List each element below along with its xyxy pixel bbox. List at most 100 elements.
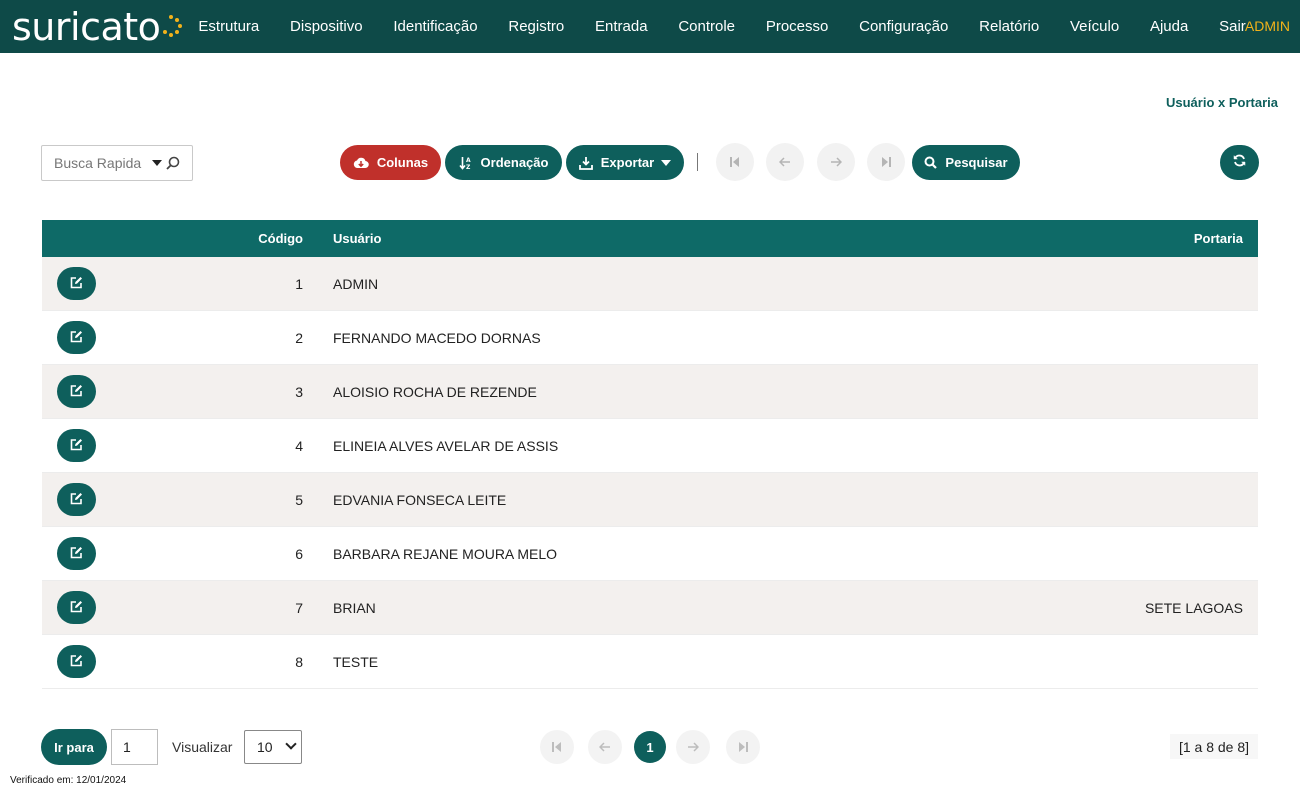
goto-page-input[interactable] [111, 729, 158, 765]
menu-item-entrada[interactable]: Entrada [580, 18, 663, 35]
cell-user: EDVANIA FONSECA LEITE [333, 492, 507, 508]
footer-first-page-button[interactable] [540, 730, 574, 764]
column-header-user[interactable]: Usuário [333, 231, 381, 246]
cell-code: 2 [295, 330, 303, 346]
edit-button[interactable] [57, 645, 96, 678]
edit-button[interactable] [57, 267, 96, 300]
goto-page-button[interactable]: Ir para [41, 729, 107, 765]
cloud-download-icon [353, 157, 369, 169]
records-range-label: [1 a 8 de 8] [1170, 734, 1258, 759]
cell-user: ELINEIA ALVES AVELAR DE ASSIS [333, 438, 559, 454]
edit-button[interactable] [57, 375, 96, 408]
first-page-button[interactable] [716, 143, 754, 181]
footer-next-page-button[interactable] [676, 730, 710, 764]
edit-icon [70, 384, 83, 400]
menu-item-ajuda[interactable]: Ajuda [1135, 18, 1204, 35]
edit-button[interactable] [57, 483, 96, 516]
logo-dots-icon [160, 15, 183, 37]
export-button[interactable]: Exportar [566, 145, 684, 180]
edit-icon [70, 546, 83, 562]
footer-previous-page-button[interactable] [588, 730, 622, 764]
menu-item-dispositivo[interactable]: Dispositivo [275, 18, 378, 35]
quick-search-field[interactable]: Busca Rapida [41, 145, 193, 181]
skip-last-icon [881, 154, 891, 170]
toolbar-divider [697, 153, 698, 171]
edit-icon [70, 654, 83, 670]
chevron-down-icon[interactable] [152, 160, 162, 166]
menu-item-veiculo[interactable]: Veículo [1055, 18, 1135, 35]
chevron-down-icon [285, 738, 297, 750]
cell-user: ADMIN [333, 276, 379, 292]
refresh-button[interactable] [1220, 145, 1259, 180]
columns-button[interactable]: Colunas [340, 145, 441, 180]
table-row: 5 EDVANIA FONSECA LEITE [42, 473, 1258, 527]
cell-code: 7 [295, 600, 303, 616]
page-size-label: Visualizar [172, 739, 233, 755]
columns-button-label: Colunas [376, 155, 429, 170]
arrow-right-icon [830, 154, 843, 170]
column-header-code[interactable]: Código [258, 231, 303, 246]
column-header-portaria[interactable]: Portaria [1194, 231, 1243, 246]
table-header: Código Usuário Portaria [42, 220, 1258, 257]
cell-user: FERNANDO MACEDO DORNAS [333, 330, 541, 346]
svg-text:A: A [466, 157, 471, 164]
menu-item-estrutura[interactable]: Estrutura [183, 18, 275, 35]
refresh-icon [1233, 154, 1246, 172]
order-button[interactable]: AZ Ordenação [445, 145, 562, 180]
cell-code: 3 [295, 384, 303, 400]
main-menu: Estrutura Dispositivo Identificação Regi… [183, 0, 1261, 53]
cell-user: TESTE [333, 654, 379, 670]
table-row: 2 FERNANDO MACEDO DORNAS [42, 311, 1258, 365]
skip-last-icon [738, 740, 748, 755]
menu-item-registro[interactable]: Registro [493, 18, 580, 35]
page-title: Usuário x Portaria [1166, 95, 1278, 110]
cell-code: 6 [295, 546, 303, 562]
order-button-label: Ordenação [480, 155, 549, 170]
arrow-left-icon [598, 740, 611, 755]
cell-code: 1 [295, 276, 303, 292]
last-page-button[interactable] [867, 143, 905, 181]
arrow-right-icon [687, 740, 700, 755]
menu-item-identificacao[interactable]: Identificação [378, 18, 493, 35]
search-icon[interactable] [166, 156, 180, 170]
edit-icon [70, 276, 83, 292]
edit-button[interactable] [57, 591, 96, 624]
verified-date-label: Verificado em: 12/01/2024 [10, 775, 127, 786]
cell-user: ALOISIO ROCHA DE REZENDE [333, 384, 537, 400]
users-portaria-table: Código Usuário Portaria 1 ADMIN 2 FERNAN… [42, 220, 1258, 689]
menu-item-controle[interactable]: Controle [663, 18, 750, 35]
footer-last-page-button[interactable] [726, 730, 760, 764]
logo-text: suricato [12, 5, 161, 49]
next-page-button[interactable] [817, 143, 855, 181]
page-number-button[interactable]: 1 [634, 731, 666, 763]
cell-code: 8 [295, 654, 303, 670]
top-navbar: suricato Estrutura Dispositivo Identific… [0, 0, 1300, 53]
current-user-label[interactable]: ADMIN [1245, 18, 1290, 34]
menu-item-configuracao[interactable]: Configuração [844, 18, 964, 35]
edit-button[interactable] [57, 321, 96, 354]
menu-item-processo[interactable]: Processo [750, 18, 843, 35]
arrow-left-icon [778, 154, 791, 170]
table-row: 3 ALOISIO ROCHA DE REZENDE [42, 365, 1258, 419]
page-size-value: 10 [257, 739, 273, 755]
search-button[interactable]: Pesquisar [912, 145, 1020, 180]
edit-icon [70, 492, 83, 508]
cell-code: 5 [295, 492, 303, 508]
edit-button[interactable] [57, 537, 96, 570]
edit-button[interactable] [57, 429, 96, 462]
page-size-select[interactable]: 10 [244, 730, 302, 764]
edit-icon [70, 330, 83, 346]
previous-page-button[interactable] [766, 143, 804, 181]
skip-first-icon [730, 154, 740, 170]
table-row: 4 ELINEIA ALVES AVELAR DE ASSIS [42, 419, 1258, 473]
table-row: 8 TESTE [42, 635, 1258, 689]
suricato-logo[interactable]: suricato [12, 4, 183, 50]
sort-icon: AZ [458, 156, 473, 170]
cell-portaria: SETE LAGOAS [1144, 600, 1243, 616]
menu-item-relatorio[interactable]: Relatório [964, 18, 1055, 35]
search-button-label: Pesquisar [945, 155, 1008, 170]
search-icon [924, 156, 938, 169]
svg-text:Z: Z [466, 164, 471, 170]
table-row: 6 BARBARA REJANE MOURA MELO [42, 527, 1258, 581]
skip-first-icon [552, 740, 562, 755]
